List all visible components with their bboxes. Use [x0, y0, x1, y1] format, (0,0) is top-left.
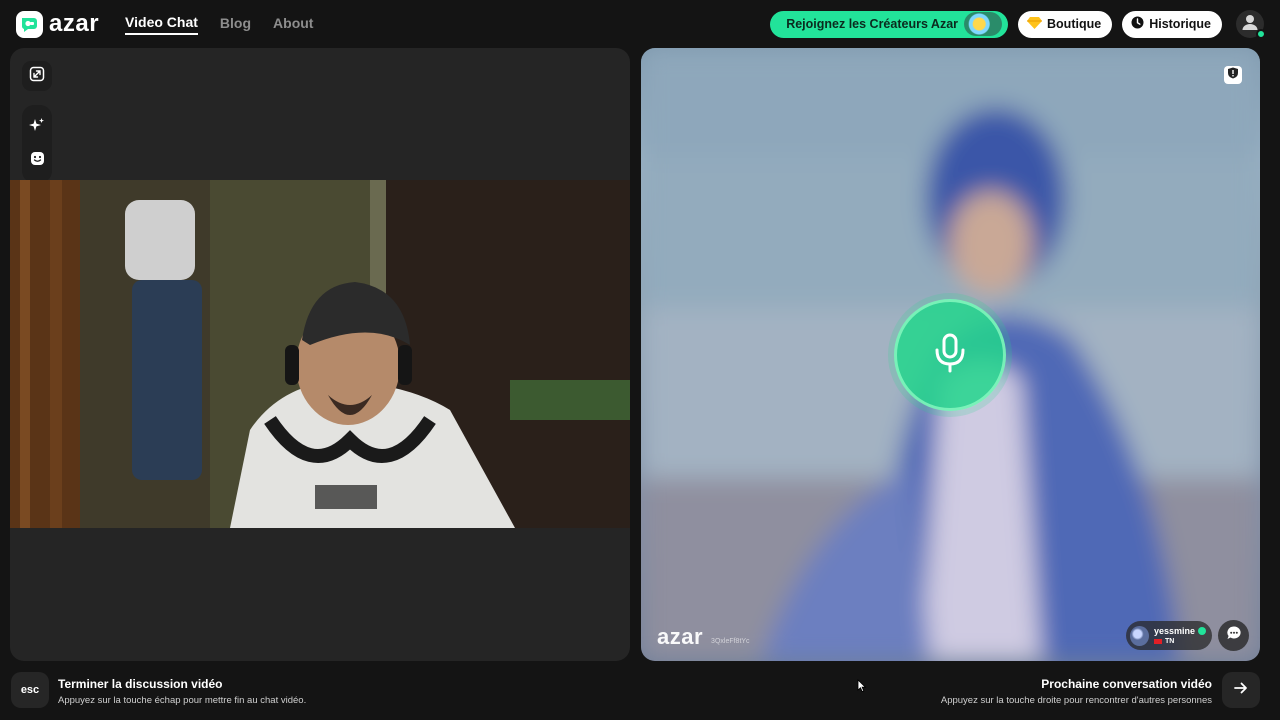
mic-indicator[interactable]: [894, 299, 1006, 411]
history-button[interactable]: Historique: [1122, 10, 1222, 38]
top-bar: azar Video Chat Blog About Rejoignez les…: [0, 0, 1280, 48]
azar-watermark: azar 3QxleFf8tYc: [657, 626, 750, 648]
clock-icon: [1131, 16, 1144, 32]
partner-avatar: [1130, 625, 1149, 646]
nav-video-chat[interactable]: Video Chat: [125, 14, 198, 35]
partner-country-row: TN: [1153, 637, 1206, 645]
shortcut-bar: esc Terminer la discussion vidéo Appuyez…: [0, 666, 1280, 720]
partner-country: TN: [1164, 637, 1175, 645]
end-chat-hint: Terminer la discussion vidéo Appuyez sur…: [58, 677, 306, 706]
azar-wordmark: azar: [49, 10, 100, 37]
next-chat-subtitle: Appuyez sur la touche droite pour rencon…: [940, 695, 1212, 706]
watermark-logo: azar: [657, 624, 704, 649]
remote-video-panel: azar 3QxleFf8tYc yessmine TN: [641, 48, 1260, 661]
shop-label: Boutique: [1047, 17, 1102, 31]
arrow-right-icon: [1234, 681, 1248, 699]
next-chat-title: Prochaine conversation vidéo: [1041, 677, 1212, 691]
partner-info: yessmine TN: [1153, 625, 1206, 645]
end-chat-subtitle: Appuyez sur la touche échap pour mettre …: [58, 695, 307, 706]
shop-button[interactable]: Boutique: [1018, 10, 1113, 38]
join-creators-button[interactable]: Rejoignez les Créateurs Azar: [770, 10, 1009, 38]
next-chat-hint: Prochaine conversation vidéo Appuyez sur…: [941, 677, 1212, 706]
nav-blog[interactable]: Blog: [220, 15, 251, 34]
self-camera-feed: [10, 180, 630, 528]
stickers-button[interactable]: [30, 151, 45, 171]
gem-icon: [1027, 16, 1043, 32]
end-chat-title: Terminer la discussion vidéo: [58, 677, 223, 691]
mouse-cursor-icon: [857, 679, 867, 698]
expand-button[interactable]: [22, 61, 52, 91]
self-video-panel: [10, 48, 630, 661]
effects-toolbar: [22, 105, 52, 183]
watermark-id: 3QxleFf8tYc: [711, 638, 750, 645]
partner-name-row: yessmine: [1153, 625, 1206, 636]
chat-icon: [1226, 625, 1242, 646]
flag-icon: [1153, 638, 1162, 644]
report-icon: [1227, 66, 1239, 84]
expand-icon: [29, 66, 45, 87]
self-camera-image: [10, 180, 630, 528]
profile-status-dot: [1256, 29, 1266, 39]
chat-button[interactable]: [1218, 620, 1249, 651]
sparkle-icon: [29, 118, 45, 137]
end-chat-key-button[interactable]: esc: [11, 672, 49, 708]
verified-icon: [1198, 627, 1206, 635]
creators-badge-icon: [964, 12, 1003, 36]
partner-name: yessmine: [1153, 625, 1195, 636]
history-label: Historique: [1149, 17, 1211, 31]
azar-logo-icon: [16, 10, 43, 38]
main-nav: Video Chat Blog About: [125, 14, 313, 35]
nav-about[interactable]: About: [273, 15, 313, 34]
report-button[interactable]: [1224, 66, 1242, 84]
partner-profile-chip[interactable]: yessmine TN: [1126, 621, 1212, 650]
microphone-icon: [933, 333, 967, 378]
profile-avatar[interactable]: [1236, 10, 1266, 39]
filters-button[interactable]: [29, 117, 45, 138]
header-actions: Rejoignez les Créateurs Azar Boutique Hi…: [770, 10, 1266, 39]
sticker-icon: [30, 151, 45, 170]
join-creators-label: Rejoignez les Créateurs Azar: [786, 17, 959, 31]
azar-logo[interactable]: azar: [16, 10, 99, 38]
next-chat-button[interactable]: [1222, 672, 1260, 708]
